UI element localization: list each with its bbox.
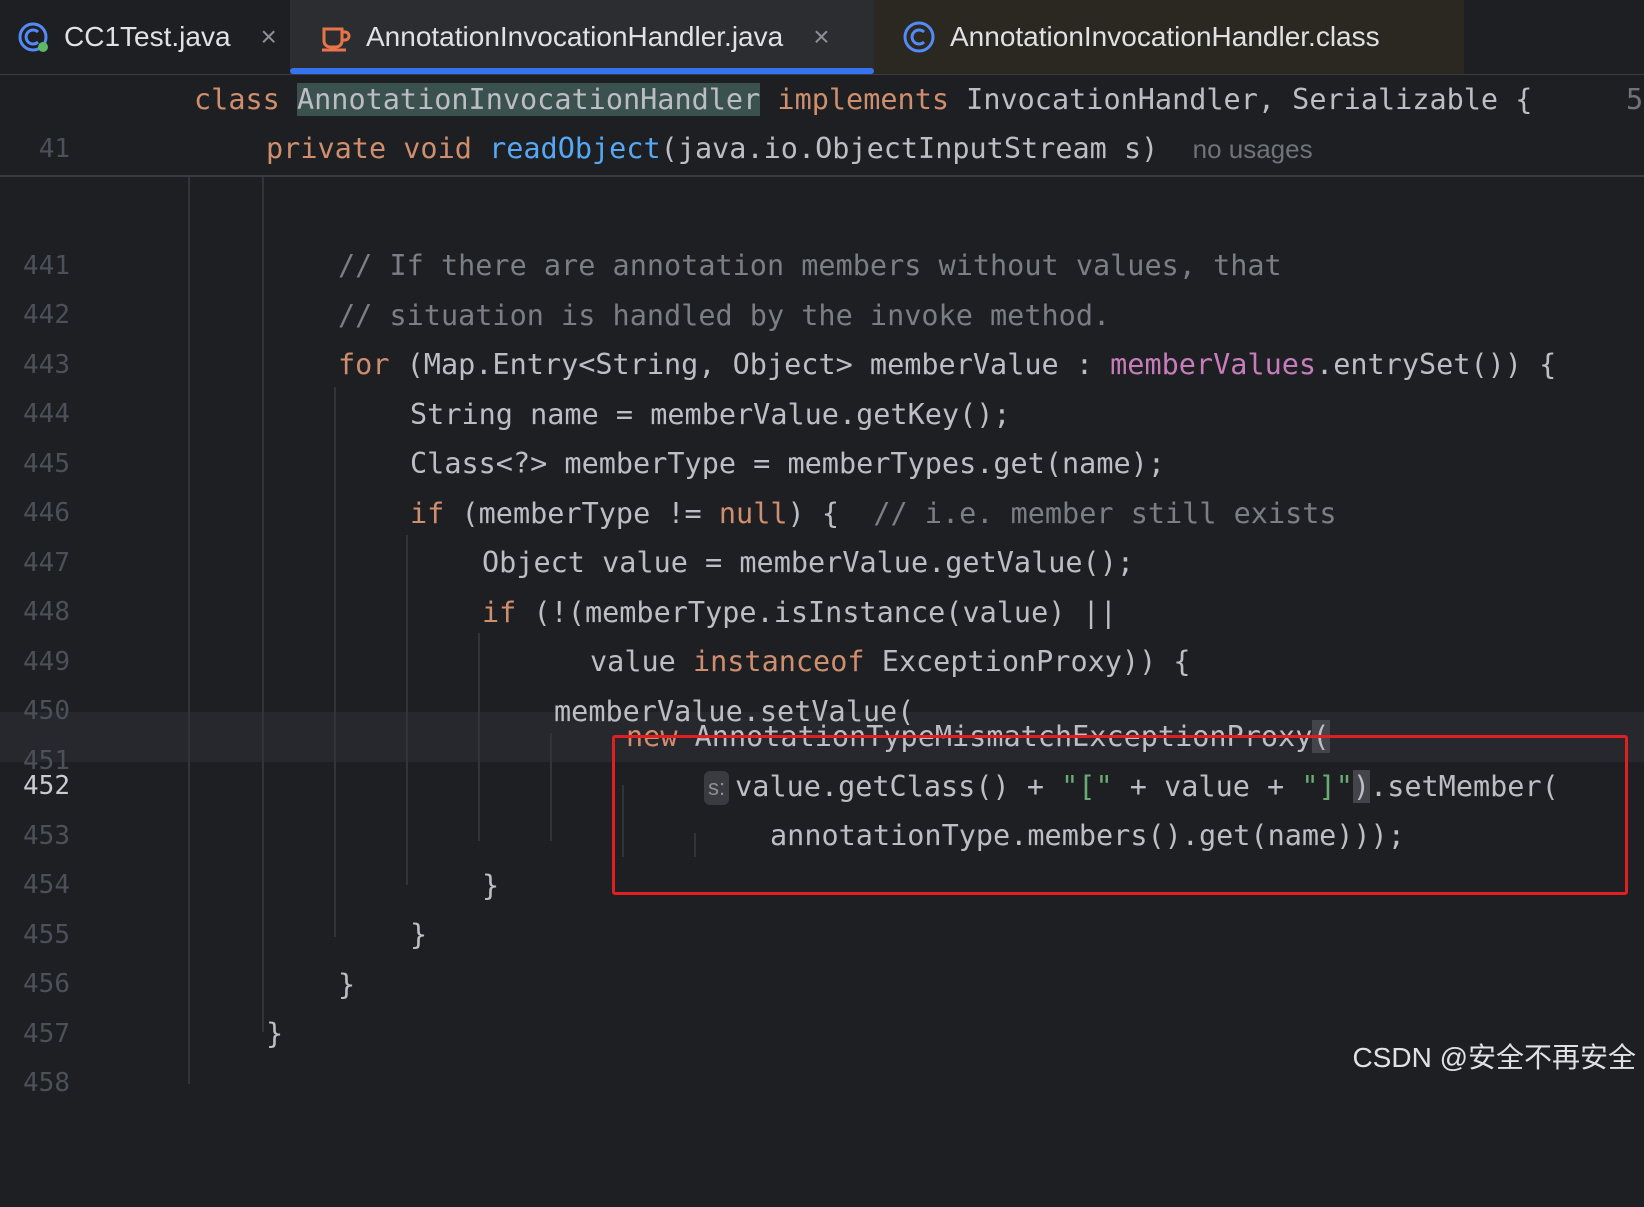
code-line-441: 441 bbox=[0, 192, 1644, 281]
sticky-scope-header: 41 class AnnotationInvocationHandler imp… bbox=[0, 75, 1644, 213]
keyword: if bbox=[410, 497, 445, 530]
highlight-annotation-box bbox=[612, 735, 1628, 895]
java-file-icon bbox=[320, 21, 352, 53]
class-name: AnnotationInvocationHandler bbox=[296, 83, 761, 116]
code-line-449: 449 if (!(memberType.isInstance(value) |… bbox=[0, 588, 1644, 677]
code-text: } bbox=[410, 918, 428, 951]
editor-tab-bar: CC1Test.java × AnnotationInvocationHandl… bbox=[0, 0, 1644, 75]
code-text: String name = memberValue.getKey(); bbox=[410, 398, 1011, 431]
tab-annotation-handler-java[interactable]: AnnotationInvocationHandler.java × bbox=[290, 0, 874, 74]
field-name: memberValues bbox=[1110, 348, 1317, 381]
truncated-text: 5 bbox=[1626, 83, 1644, 116]
keyword: class bbox=[194, 83, 280, 116]
code-text: ExceptionProxy)) { bbox=[864, 645, 1191, 678]
tab-label: CC1Test.java bbox=[64, 21, 231, 52]
code-line-456: 456 } bbox=[0, 910, 1644, 999]
code-line-450: 450 value instanceof ExceptionProxy)) { bbox=[0, 637, 1644, 726]
sticky-line-426[interactable]: 426 private void readObject(java.io.Obje… bbox=[0, 124, 1644, 213]
line-number: 458 bbox=[23, 1067, 70, 1098]
code-text: (Map.Entry<String, Object> memberValue : bbox=[389, 348, 1111, 381]
java-class-run-icon bbox=[16, 20, 50, 54]
keyword: private void bbox=[266, 132, 472, 165]
usages-hint[interactable]: no usages bbox=[1193, 134, 1313, 164]
comment: // i.e. member still exists bbox=[873, 497, 1337, 530]
code-text: } bbox=[266, 1017, 284, 1050]
code-line-446: 446 Class<?> memberType = memberTypes.ge… bbox=[0, 439, 1644, 528]
tab-cc1test[interactable]: CC1Test.java × bbox=[0, 0, 290, 74]
class-file-icon bbox=[902, 20, 936, 54]
code-line-448: 448 Object value = memberValue.getValue(… bbox=[0, 538, 1644, 627]
comment: // If there are annotation members witho… bbox=[338, 249, 1282, 282]
watermark: CSDN @安全不再安全 bbox=[1352, 1042, 1636, 1073]
tab-label: AnnotationInvocationHandler.class bbox=[950, 21, 1380, 52]
close-icon[interactable]: × bbox=[813, 21, 829, 53]
code-line-447: 447 if (memberType != null) { // i.e. me… bbox=[0, 489, 1644, 578]
code-text: (!(memberType.isInstance(value) || bbox=[516, 596, 1117, 629]
code-text: } bbox=[482, 869, 500, 902]
keyword: if bbox=[482, 596, 517, 629]
keyword: null bbox=[718, 497, 788, 530]
code-text: (java.io.ObjectInputStream s) bbox=[660, 132, 1159, 165]
code-line-443: 443 // situation is handled by the invok… bbox=[0, 291, 1644, 380]
code-line-442: 442 // If there are annotation members w… bbox=[0, 241, 1644, 330]
code-line-444: 444 for (Map.Entry<String, Object> membe… bbox=[0, 340, 1644, 429]
sticky-line-41[interactable]: 41 class AnnotationInvocationHandler imp… bbox=[0, 75, 1644, 164]
code-line-457: 457 } bbox=[0, 960, 1644, 1049]
code-line-445: 445 String name = memberValue.getKey(); bbox=[0, 390, 1644, 479]
keyword: for bbox=[338, 348, 390, 381]
method-name: readObject bbox=[489, 132, 661, 165]
code-text: InvocationHandler, Serializable { bbox=[949, 83, 1533, 116]
keyword: instanceof bbox=[692, 645, 865, 678]
code-text: } bbox=[338, 968, 356, 1001]
code-text: Object value = memberValue.getValue(); bbox=[482, 546, 1135, 579]
tab-label: AnnotationInvocationHandler.java bbox=[366, 21, 784, 52]
tab-annotation-handler-class[interactable]: AnnotationInvocationHandler.class bbox=[874, 0, 1464, 74]
keyword: implements bbox=[777, 83, 950, 116]
code-text: (memberType != bbox=[444, 497, 719, 530]
code-editor[interactable]: 441 442 // If there are annotation membe… bbox=[0, 177, 1644, 1098]
comment: // situation is handled by the invoke me… bbox=[338, 299, 1111, 332]
close-icon[interactable]: × bbox=[261, 21, 277, 53]
code-text: value bbox=[590, 645, 693, 678]
code-text: ) { bbox=[787, 497, 874, 530]
code-text: Class<?> memberType = memberTypes.get(na… bbox=[410, 447, 1165, 480]
code-text: .entrySet()) { bbox=[1316, 348, 1557, 381]
